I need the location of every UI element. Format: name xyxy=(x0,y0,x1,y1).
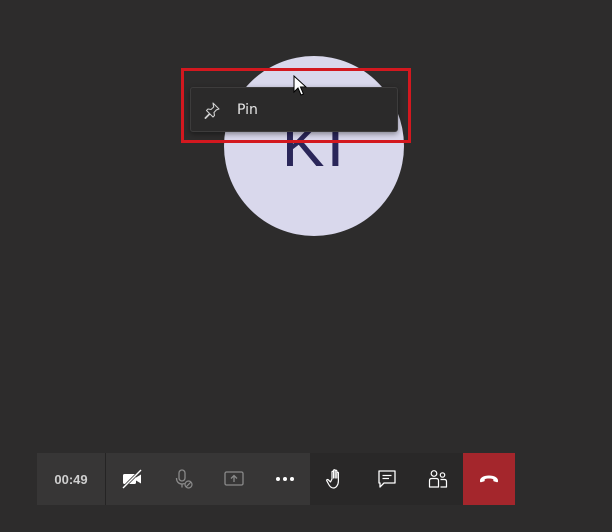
hang-up-icon xyxy=(480,475,498,483)
media-controls xyxy=(106,453,310,505)
share-screen-button[interactable] xyxy=(208,453,259,505)
raise-hand-button[interactable] xyxy=(310,453,361,505)
raise-hand-icon xyxy=(325,469,339,489)
menu-item-label: Pin xyxy=(237,101,258,118)
chat-icon xyxy=(377,470,396,488)
mic-muted-button[interactable] xyxy=(157,453,208,505)
mic-off-icon xyxy=(175,469,193,489)
call-timer-segment: 00:49 xyxy=(37,453,106,505)
participants-button[interactable] xyxy=(412,453,463,505)
more-dots-icon xyxy=(275,477,294,481)
meeting-stage: KI Pin 00:49 xyxy=(0,0,612,532)
pin-icon xyxy=(204,101,220,119)
mouse-cursor-icon xyxy=(293,75,307,96)
call-controls-bar: 00:49 xyxy=(37,453,515,505)
camera-off-icon xyxy=(121,468,142,490)
more-actions-button[interactable] xyxy=(259,453,310,505)
call-timer: 00:49 xyxy=(54,471,88,487)
share-screen-icon xyxy=(223,471,244,486)
camera-off-button[interactable] xyxy=(106,453,157,505)
participants-icon xyxy=(428,470,447,488)
meeting-controls xyxy=(310,453,515,505)
hang-up-button[interactable] xyxy=(463,453,515,505)
chat-button[interactable] xyxy=(361,453,412,505)
participant-avatar[interactable]: KI xyxy=(224,56,404,236)
